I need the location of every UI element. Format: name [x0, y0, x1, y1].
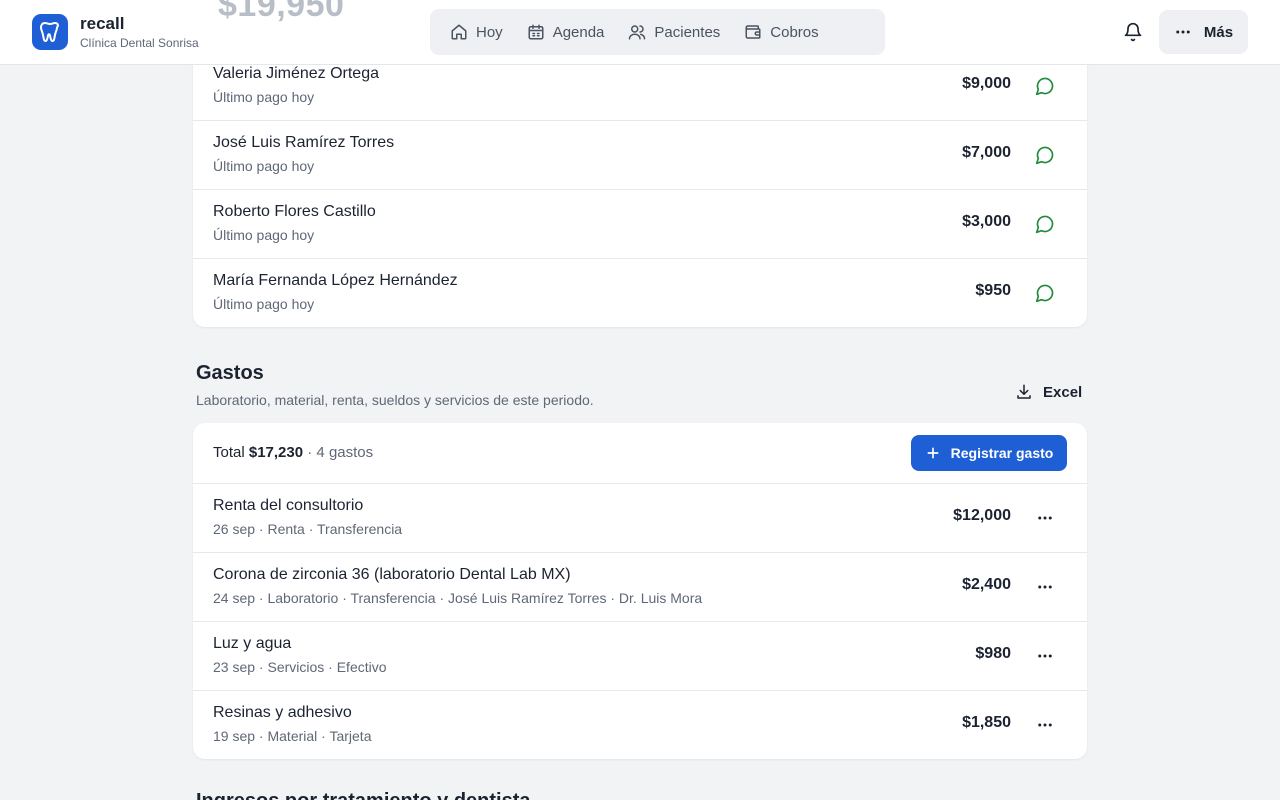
expense-amount: $1,850	[962, 714, 1011, 731]
expense-title: Renta del consultorio	[213, 497, 364, 514]
more-horizontal-icon	[1176, 30, 1190, 34]
nav-item-hoy[interactable]: Hoy	[438, 15, 515, 49]
notifications-button[interactable]	[1120, 19, 1146, 45]
total-label: Total	[213, 444, 245, 461]
section-title-next: Ingresos por tratamiento y dentista	[196, 790, 531, 800]
patient-name: Roberto Flores Castillo	[213, 203, 376, 220]
nav-label: Cobros	[770, 23, 819, 41]
expense-amount: $12,000	[953, 507, 1011, 524]
nav-item-cobros[interactable]: Cobros	[732, 15, 830, 49]
clinic-name: Clínica Dental Sonrisa	[80, 35, 199, 50]
section-title-gastos: Gastos	[196, 362, 264, 384]
brand[interactable]: recall Clínica Dental Sonrisa	[32, 14, 199, 50]
message-circle-icon	[1035, 215, 1054, 234]
message-circle-icon	[1035, 146, 1054, 165]
table-row[interactable]: Resinas y adhesivo 19 sep · Material · T…	[193, 691, 1087, 759]
payment-status: Último pago hoy	[213, 89, 315, 105]
home-icon	[451, 24, 467, 40]
calendar-icon	[528, 24, 544, 40]
payment-amount: $9,000	[962, 75, 1011, 92]
expenses-count: · 4 gastos	[307, 444, 374, 461]
expense-details: 24 sep · Laboratorio · Transferencia · J…	[213, 590, 703, 606]
expense-title: Corona de zirconia 36 (laboratorio Denta…	[213, 566, 571, 583]
list-item[interactable]: José Luis Ramírez Torres Último pago hoy…	[193, 121, 1087, 190]
nav-label: Pacientes	[654, 23, 721, 41]
more-horizontal-icon	[1038, 723, 1052, 727]
expense-title: Luz y agua	[213, 635, 292, 652]
expense-menu-button[interactable]	[1033, 506, 1057, 530]
expense-menu-button[interactable]	[1033, 644, 1057, 668]
table-row[interactable]: Luz y agua 23 sep · Servicios · Efectivo…	[193, 622, 1087, 691]
nav-item-pacientes[interactable]: Pacientes	[616, 15, 732, 49]
whatsapp-button[interactable]	[1033, 143, 1057, 167]
expense-details: 23 sep · Servicios · Efectivo	[213, 659, 387, 675]
period-total-partial: $19,950	[218, 0, 345, 24]
patient-name: María Fernanda López Hernández	[213, 272, 458, 289]
download-icon	[1017, 384, 1031, 399]
expense-title: Resinas y adhesivo	[213, 704, 352, 721]
register-expense-button[interactable]: Registrar gasto	[911, 435, 1067, 471]
nav-label: Hoy	[476, 23, 503, 41]
users-icon	[629, 25, 646, 40]
export-excel-button[interactable]: Excel	[1003, 378, 1094, 406]
payment-amount: $3,000	[962, 213, 1011, 230]
more-label: Más	[1203, 23, 1234, 41]
bell-icon	[1124, 22, 1142, 42]
message-circle-icon	[1035, 77, 1054, 96]
patient-name: José Luis Ramírez Torres	[213, 134, 395, 151]
total-amount: $17,230	[248, 444, 304, 461]
more-horizontal-icon	[1038, 585, 1052, 589]
section-description: Laboratorio, material, renta, sueldos y …	[196, 392, 594, 408]
expense-amount: $2,400	[962, 576, 1011, 593]
payment-status: Último pago hoy	[213, 158, 315, 174]
brand-name: recall	[80, 13, 125, 33]
patient-name: Valeria Jiménez Ortega	[213, 65, 379, 82]
payment-status: Último pago hoy	[213, 296, 315, 312]
plus-icon	[927, 447, 939, 459]
whatsapp-button[interactable]	[1033, 281, 1057, 305]
table-row[interactable]: Renta del consultorio 26 sep · Renta · T…	[193, 484, 1087, 553]
expense-menu-button[interactable]	[1033, 575, 1057, 599]
expense-amount: $980	[975, 645, 1011, 662]
payment-amount: $950	[975, 282, 1011, 299]
expenses-summary: Total $17,230 · 4 gastos Registrar gasto	[193, 423, 1087, 484]
export-label: Excel	[1043, 383, 1083, 401]
payment-status: Último pago hoy	[213, 227, 315, 243]
list-item[interactable]: Roberto Flores Castillo Último pago hoy …	[193, 190, 1087, 259]
nav-item-agenda[interactable]: Agenda	[515, 15, 617, 49]
message-circle-icon	[1035, 284, 1054, 303]
expense-menu-button[interactable]	[1033, 713, 1057, 737]
more-button[interactable]: Más	[1159, 10, 1248, 54]
payments-list: Valeria Jiménez Ortega Último pago hoy $…	[193, 52, 1087, 327]
expenses-card: Total $17,230 · 4 gastos Registrar gasto…	[193, 423, 1087, 759]
payment-amount: $7,000	[962, 144, 1011, 161]
main-nav: Hoy Agenda Pacientes Cobros	[430, 9, 885, 55]
expense-details: 19 sep · Material · Tarjeta	[213, 728, 372, 744]
list-item[interactable]: María Fernanda López Hernández Último pa…	[193, 259, 1087, 327]
expenses-total: Total $17,230 · 4 gastos	[213, 444, 373, 461]
whatsapp-button[interactable]	[1033, 74, 1057, 98]
more-horizontal-icon	[1038, 516, 1052, 520]
more-horizontal-icon	[1038, 654, 1052, 658]
register-label: Registrar gasto	[950, 445, 1054, 461]
tooth-logo-icon	[32, 14, 68, 50]
whatsapp-button[interactable]	[1033, 212, 1057, 236]
expense-details: 26 sep · Renta · Transferencia	[213, 521, 403, 537]
nav-label: Agenda	[552, 23, 605, 41]
wallet-icon	[745, 25, 761, 39]
table-row[interactable]: Corona de zirconia 36 (laboratorio Denta…	[193, 553, 1087, 622]
top-bar: recall Clínica Dental Sonrisa Hoy Agenda…	[0, 0, 1280, 65]
